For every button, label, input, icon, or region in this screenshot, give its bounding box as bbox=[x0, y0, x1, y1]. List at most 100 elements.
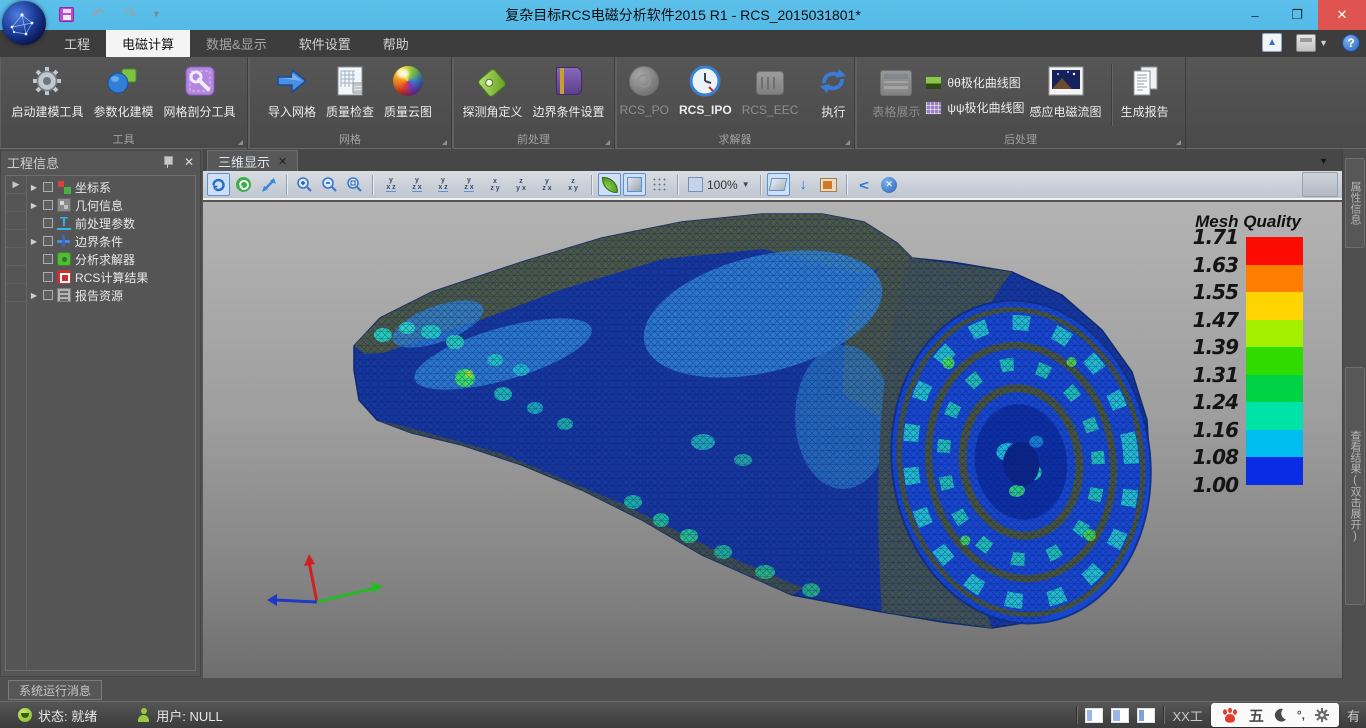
help-icon[interactable]: ? bbox=[1342, 34, 1360, 52]
view-axis-button-1[interactable]: yx z bbox=[379, 174, 403, 196]
expander-icon[interactable]: ▶ bbox=[29, 237, 39, 246]
view-axis-button-4[interactable]: yz x bbox=[457, 174, 481, 196]
tab-close-icon[interactable]: ✕ bbox=[278, 155, 287, 168]
layout-bottom-icon[interactable] bbox=[1137, 708, 1155, 723]
copy-view-button[interactable] bbox=[817, 173, 840, 196]
theta-polar-curve-button[interactable]: θθ极化曲线图 bbox=[925, 74, 1024, 91]
generate-report-button[interactable]: 生成报告 bbox=[1116, 60, 1174, 132]
quality-check-button[interactable]: 质量检查 bbox=[321, 60, 379, 132]
zoom-out-button[interactable] bbox=[318, 173, 341, 196]
panel-close-icon[interactable]: ✕ bbox=[184, 155, 194, 169]
rcs-po-button[interactable]: RCS_PO bbox=[615, 60, 674, 132]
checkbox[interactable] bbox=[43, 236, 53, 246]
checkbox[interactable] bbox=[43, 182, 53, 192]
tab-view-results[interactable]: 查看结果(双击展开) bbox=[1345, 367, 1365, 605]
tab-list-dropdown-icon[interactable]: ▼ bbox=[1319, 156, 1328, 166]
gear-icon[interactable] bbox=[1315, 708, 1329, 722]
induced-current-map-button[interactable]: 感应电磁流图 bbox=[1025, 60, 1107, 132]
group-label-solver: 求解器 bbox=[616, 131, 854, 147]
zoom-level-widget[interactable]: 100% ▼ bbox=[684, 177, 754, 192]
psi-polar-curve-button[interactable]: ψψ极化曲线图 bbox=[925, 99, 1024, 116]
toolbar-overflow[interactable] bbox=[1302, 172, 1338, 197]
checkbox[interactable] bbox=[43, 290, 53, 300]
view-axis-button-2[interactable]: yz x bbox=[405, 174, 429, 196]
dialog-launcher-icon[interactable] bbox=[845, 140, 850, 145]
checkbox[interactable] bbox=[43, 254, 53, 264]
zoom-in-button[interactable] bbox=[293, 173, 316, 196]
tree-item-coordinate-system[interactable]: ▶ 坐标系 bbox=[27, 178, 195, 196]
tab-settings[interactable]: 软件设置 bbox=[283, 30, 367, 57]
pan-zoom-arrow-button[interactable] bbox=[257, 173, 280, 196]
tab-em-computation[interactable]: 电磁计算 bbox=[106, 30, 190, 57]
parametric-modeling-button[interactable]: 参数化建模 bbox=[88, 60, 158, 132]
view-axis-button-8[interactable]: zx y bbox=[561, 174, 585, 196]
smooth-shading-button[interactable] bbox=[598, 173, 621, 196]
probe-angle-button[interactable]: 探测角定义 bbox=[457, 60, 527, 132]
minimize-button[interactable]: – bbox=[1234, 0, 1276, 30]
tree-item-preprocess-params[interactable]: T 前处理参数 bbox=[27, 214, 195, 232]
rcs-ipo-button[interactable]: RCS_IPO bbox=[674, 60, 737, 132]
polygon-select-button[interactable] bbox=[767, 173, 790, 196]
rcs-eec-button[interactable]: RCS_EEC bbox=[737, 60, 804, 132]
dialog-launcher-icon[interactable] bbox=[442, 140, 447, 145]
checkbox[interactable] bbox=[43, 200, 53, 210]
quality-cloud-map-button[interactable]: 质量云图 bbox=[379, 60, 437, 132]
legend-label: 1.16 bbox=[1188, 418, 1238, 442]
ime-punctuation-mode[interactable]: °, bbox=[1297, 708, 1305, 722]
tree-item-report-resources[interactable]: ▶ 报告资源 bbox=[27, 286, 195, 304]
3d-canvas[interactable]: Mesh Quality 1.71 1.63 1.55 bbox=[203, 202, 1342, 678]
ribbon-group-mesh: 导入网格 质量检查 bbox=[249, 57, 452, 149]
close-view-button[interactable]: ✕ bbox=[878, 173, 901, 196]
points-display-button[interactable] bbox=[648, 173, 671, 196]
view-axis-button-5[interactable]: xz y bbox=[483, 174, 507, 196]
boundary-condition-button[interactable]: 边界条件设置 bbox=[528, 60, 610, 132]
arrow-down-button[interactable]: ↓ bbox=[792, 173, 815, 196]
window-style-button[interactable]: ▼ bbox=[1296, 34, 1328, 52]
tab-3d-display[interactable]: 三维显示 ✕ bbox=[207, 150, 298, 171]
close-button[interactable]: ✕ bbox=[1318, 0, 1366, 30]
table-display-button[interactable]: 表格展示 bbox=[867, 60, 925, 132]
expander-icon[interactable]: ▶ bbox=[29, 201, 39, 210]
tab-data-display[interactable]: 数据&显示 bbox=[190, 30, 283, 57]
dialog-launcher-icon[interactable] bbox=[238, 140, 243, 145]
view-axis-button-3[interactable]: yx z bbox=[431, 174, 455, 196]
user-text: 用户: NULL bbox=[156, 706, 222, 725]
tab-help[interactable]: 帮助 bbox=[367, 30, 425, 57]
dialog-launcher-icon[interactable] bbox=[1176, 140, 1181, 145]
ime-wubi-mode[interactable]: 五 bbox=[1249, 705, 1264, 726]
tab-project[interactable]: 工程 bbox=[48, 30, 106, 57]
view-axis-button-7[interactable]: yz x bbox=[535, 174, 559, 196]
collapse-ribbon-icon[interactable]: ▲ bbox=[1262, 33, 1282, 52]
restore-button[interactable]: ❐ bbox=[1276, 0, 1318, 30]
view-axis-button-6[interactable]: zy x bbox=[509, 174, 533, 196]
refresh-view-button[interactable] bbox=[232, 173, 255, 196]
expander-icon[interactable]: ▶ bbox=[29, 183, 39, 192]
moon-icon[interactable] bbox=[1274, 708, 1287, 722]
rotate-view-button[interactable] bbox=[207, 173, 230, 196]
app-logo-icon[interactable] bbox=[2, 1, 46, 45]
launch-modeling-tool-button[interactable]: 启动建模工具 bbox=[6, 60, 88, 132]
share-flow-button[interactable]: < bbox=[853, 173, 876, 196]
execute-button[interactable]: 执行 bbox=[811, 60, 855, 132]
tab-system-messages[interactable]: 系统运行消息 bbox=[8, 680, 102, 700]
tree-item-rcs-results[interactable]: RCS计算结果 bbox=[27, 268, 195, 286]
baidu-paw-icon[interactable] bbox=[1221, 707, 1239, 723]
zoom-box-icon bbox=[688, 177, 703, 192]
tab-property-info[interactable]: 属性信息 bbox=[1345, 158, 1365, 248]
pin-icon[interactable] bbox=[162, 155, 174, 169]
checkbox[interactable] bbox=[43, 218, 53, 228]
checkbox[interactable] bbox=[43, 272, 53, 282]
mesh-partition-tool-button[interactable]: 网格剖分工具 bbox=[159, 60, 241, 132]
flat-shading-button[interactable] bbox=[623, 173, 646, 196]
tree-item-geometry-info[interactable]: ▶ 几何信息 bbox=[27, 196, 195, 214]
zoom-fit-button[interactable] bbox=[343, 173, 366, 196]
layout-split-icon[interactable] bbox=[1111, 708, 1129, 723]
expander-icon[interactable]: ▶ bbox=[29, 291, 39, 300]
dialog-launcher-icon[interactable] bbox=[605, 140, 610, 145]
gutter-arrow-icon[interactable]: ▶ bbox=[6, 176, 26, 194]
ime-toolbar[interactable]: 五 °, bbox=[1211, 703, 1339, 727]
layout-left-panel-icon[interactable] bbox=[1085, 708, 1103, 723]
tree-item-analysis-solver[interactable]: 分析求解器 bbox=[27, 250, 195, 268]
tree-item-boundary-condition[interactable]: ▶ 边界条件 bbox=[27, 232, 195, 250]
import-mesh-button[interactable]: 导入网格 bbox=[263, 60, 321, 132]
